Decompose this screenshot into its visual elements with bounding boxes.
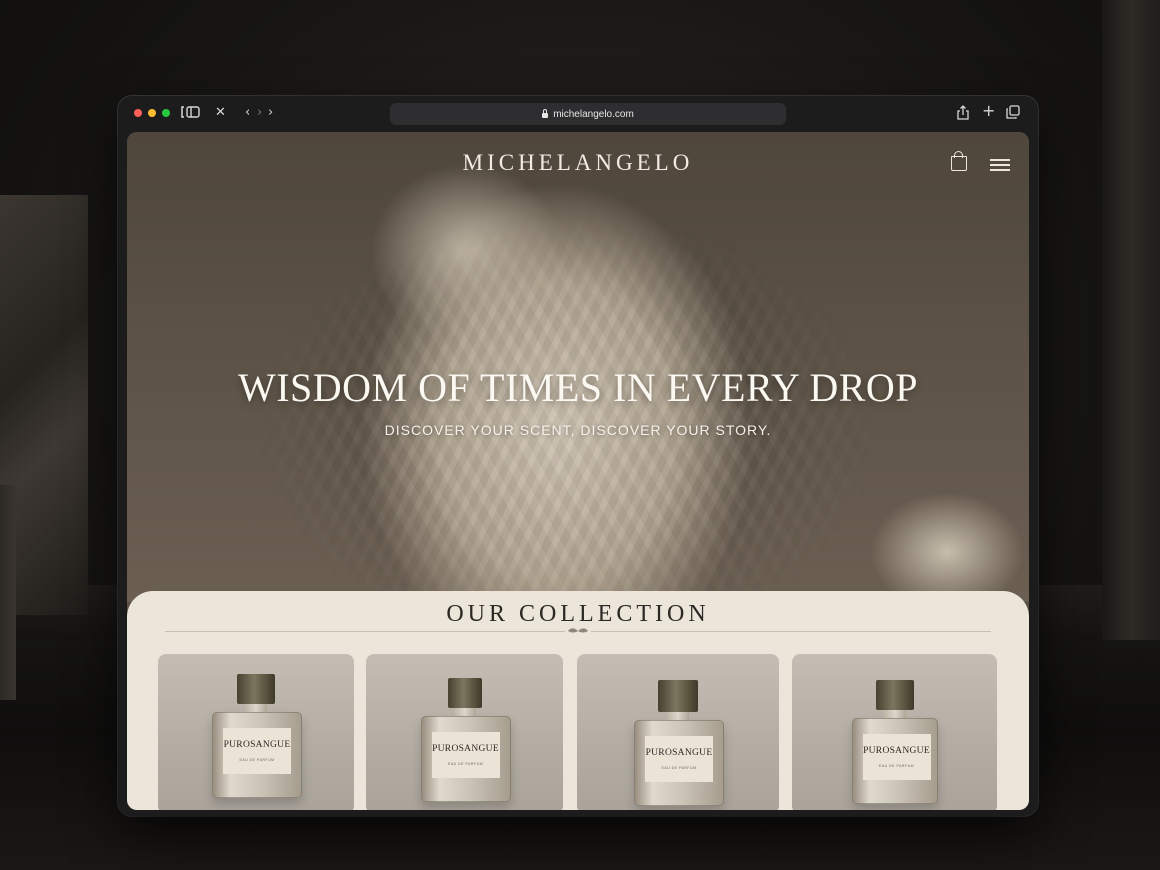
new-tab-icon[interactable]: + [982, 103, 995, 119]
collection-title: OUR COLLECTION [446, 601, 710, 627]
perfume-bottle: PUROSANGUE EAU DE PARFUM [212, 674, 302, 804]
address-bar[interactable]: michelangelo.com [390, 103, 786, 125]
perfume-bottle: PUROSANGUE EAU DE PARFUM [634, 680, 724, 810]
forward-icon-2[interactable]: › [268, 105, 273, 121]
lock-icon [542, 108, 549, 118]
marble-pillar-small [0, 485, 16, 700]
collection-section: OUR COLLECTION PUROSANGUE EAU DE PARFUM [127, 591, 1029, 810]
marble-column [1102, 0, 1160, 640]
bottle-label: PUROSANGUE EAU DE PARFUM [431, 732, 500, 778]
close-window-button[interactable] [134, 109, 142, 117]
forward-icon[interactable]: › [257, 105, 262, 121]
browser-window: ✕ ‹ › › michelangelo.com + MICHELANGELO … [118, 96, 1038, 816]
product-card[interactable]: PUROSANGUE EAU DE PARFUM [792, 654, 997, 810]
hero-section: MICHELANGELO WISDOM OF TIMES IN EVERY DR… [127, 132, 1029, 602]
share-icon[interactable] [956, 105, 970, 126]
perfume-bottle: PUROSANGUE EAU DE PARFUM [851, 680, 938, 810]
tabs-icon[interactable] [1006, 105, 1020, 124]
product-name: PUROSANGUE [645, 748, 713, 758]
browser-toolbar: ✕ ‹ › › michelangelo.com + [118, 96, 1038, 132]
bottle-label: PUROSANGUE EAU DE PARFUM [862, 734, 931, 780]
minimize-window-button[interactable] [148, 109, 156, 117]
product-subtitle: EAU DE PARFUM [661, 766, 697, 770]
back-icon[interactable]: ‹ [245, 105, 250, 121]
product-grid: PUROSANGUE EAU DE PARFUM PUROSANGUE EAU … [158, 654, 998, 810]
close-icon[interactable]: ✕ [215, 105, 226, 121]
product-name: PUROSANGUE [223, 740, 291, 750]
bottle-label: PUROSANGUE EAU DE PARFUM [223, 728, 291, 774]
product-subtitle: EAU DE PARFUM [447, 762, 484, 766]
hero-headline: WISDOM OF TIMES IN EVERY DROP [237, 365, 919, 410]
product-name: PUROSANGUE [863, 746, 930, 756]
hamburger-menu-icon[interactable] [990, 159, 1010, 171]
url-text: michelangelo.com [553, 108, 634, 120]
page-viewport: MICHELANGELO WISDOM OF TIMES IN EVERY DR… [127, 132, 1029, 810]
bottle-label: PUROSANGUE EAU DE PARFUM [645, 736, 713, 782]
shopping-bag-icon[interactable] [951, 151, 967, 171]
maximize-window-button[interactable] [162, 109, 170, 117]
brand-logo[interactable]: MICHELANGELO [127, 150, 1029, 176]
product-subtitle: EAU DE PARFUM [878, 764, 915, 768]
sidebar-icon[interactable] [180, 105, 202, 124]
product-card[interactable]: PUROSANGUE EAU DE PARFUM [577, 654, 779, 810]
divider-left [165, 631, 565, 632]
product-card[interactable]: PUROSANGUE EAU DE PARFUM [158, 654, 354, 810]
perfume-bottle: PUROSANGUE EAU DE PARFUM [420, 678, 511, 808]
divider-right [591, 631, 991, 632]
product-subtitle: EAU DE PARFUM [239, 758, 275, 762]
product-card[interactable]: PUROSANGUE EAU DE PARFUM [366, 654, 563, 810]
hero-subheadline: DISCOVER YOUR SCENT, DISCOVER YOUR STORY… [384, 422, 772, 438]
product-name: PUROSANGUE [432, 744, 499, 754]
leaf-ornament-icon [568, 628, 588, 633]
